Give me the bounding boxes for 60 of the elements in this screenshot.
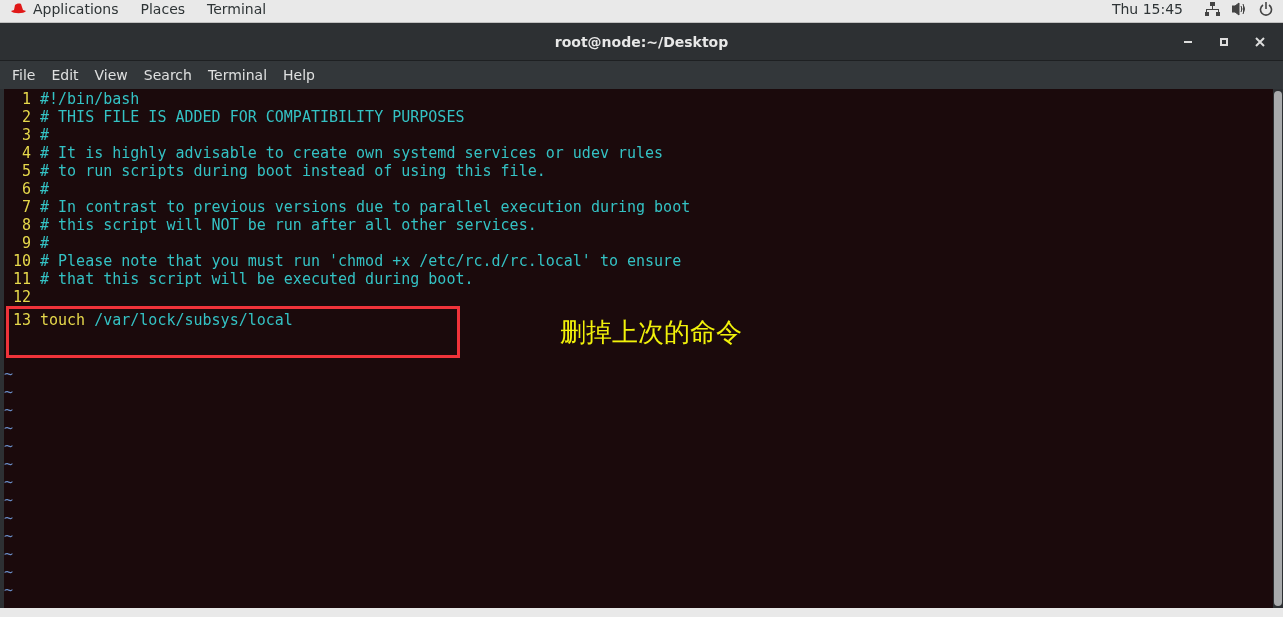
line-number: 10 — [11, 252, 31, 270]
empty-line-marker: ~ — [4, 545, 13, 563]
line-number: 9 — [20, 234, 31, 252]
menu-item[interactable]: File — [4, 67, 44, 83]
line-number: 11 — [11, 270, 31, 288]
top-menu-item[interactable]: Places — [140, 0, 186, 17]
menu-item[interactable]: Help — [275, 67, 323, 83]
code-text: # — [40, 180, 50, 198]
close-button[interactable] — [1253, 34, 1267, 49]
code-text: touch — [40, 311, 86, 329]
code-text: # — [40, 126, 50, 144]
menu-item[interactable]: Search — [135, 67, 200, 83]
line-number: 4 — [20, 144, 31, 162]
line-number: 5 — [20, 162, 31, 180]
empty-line-marker: ~ — [4, 473, 13, 491]
menu-item[interactable]: Terminal — [199, 67, 276, 83]
line-number: 7 — [20, 198, 31, 216]
code-text: #!/bin/bash — [40, 90, 140, 108]
empty-line-marker: ~ — [4, 509, 13, 527]
line-number: 13 — [11, 311, 31, 329]
line-number: 3 — [20, 126, 31, 144]
line-number: 6 — [20, 180, 31, 198]
clock[interactable]: Thu 15:45 — [1111, 0, 1183, 17]
code-text: # It is highly advisable to create own systemd services or udev rules — [40, 144, 664, 162]
hat-logo-icon — [10, 2, 27, 15]
scrollbar-thumb[interactable] — [1274, 91, 1282, 606]
line-number: 1 — [20, 90, 31, 108]
empty-line-marker: ~ — [4, 437, 13, 455]
annotation-note: 删掉上次的命令 — [560, 316, 742, 349]
empty-line-marker: ~ — [4, 491, 13, 509]
window-title: root@node:~/Desktop — [554, 33, 729, 50]
code-text: # In contrast to previous versions due to parallel execution during boot — [40, 198, 691, 216]
empty-line-marker: ~ — [4, 419, 13, 437]
line-number: 8 — [20, 216, 31, 234]
power-icon[interactable] — [1259, 1, 1273, 16]
menu-item[interactable]: Edit — [43, 67, 87, 83]
top-menu-item[interactable]: Applications — [33, 0, 119, 17]
code-text: # Please note that you must run 'chmod +x /etc/rc.d/rc.local' to ensure — [40, 252, 682, 270]
volume-icon[interactable] — [1232, 1, 1247, 16]
code-text: /var/lock/subsys/local — [93, 311, 293, 329]
top-menu-item[interactable]: Terminal — [207, 0, 267, 17]
menu-item[interactable]: View — [86, 67, 136, 83]
code-text: # that this script will be executed during boot. — [40, 270, 474, 288]
line-number: 12 — [11, 288, 31, 306]
empty-line-marker: ~ — [4, 383, 13, 401]
minimize-icon — [1184, 40, 1192, 43]
code-text: # THIS FILE IS ADDED FOR COMPATIBILITY PURPOSES — [40, 108, 465, 126]
code-text: # to run scripts during boot instead of using this file. — [40, 162, 546, 180]
empty-line-marker: ~ — [4, 365, 13, 383]
code-text: # — [40, 234, 50, 252]
empty-line-marker: ~ — [4, 401, 13, 419]
network-icon[interactable] — [1205, 1, 1220, 16]
empty-line-marker: ~ — [4, 455, 13, 473]
maximize-icon — [1219, 36, 1229, 47]
close-icon — [1255, 36, 1265, 47]
code-text: # this script will NOT be run after all other services. — [40, 216, 537, 234]
empty-line-marker: ~ — [4, 581, 13, 599]
empty-line-marker: ~ — [4, 563, 13, 581]
line-number: 2 — [20, 108, 31, 126]
empty-line-marker: ~ — [4, 527, 13, 545]
